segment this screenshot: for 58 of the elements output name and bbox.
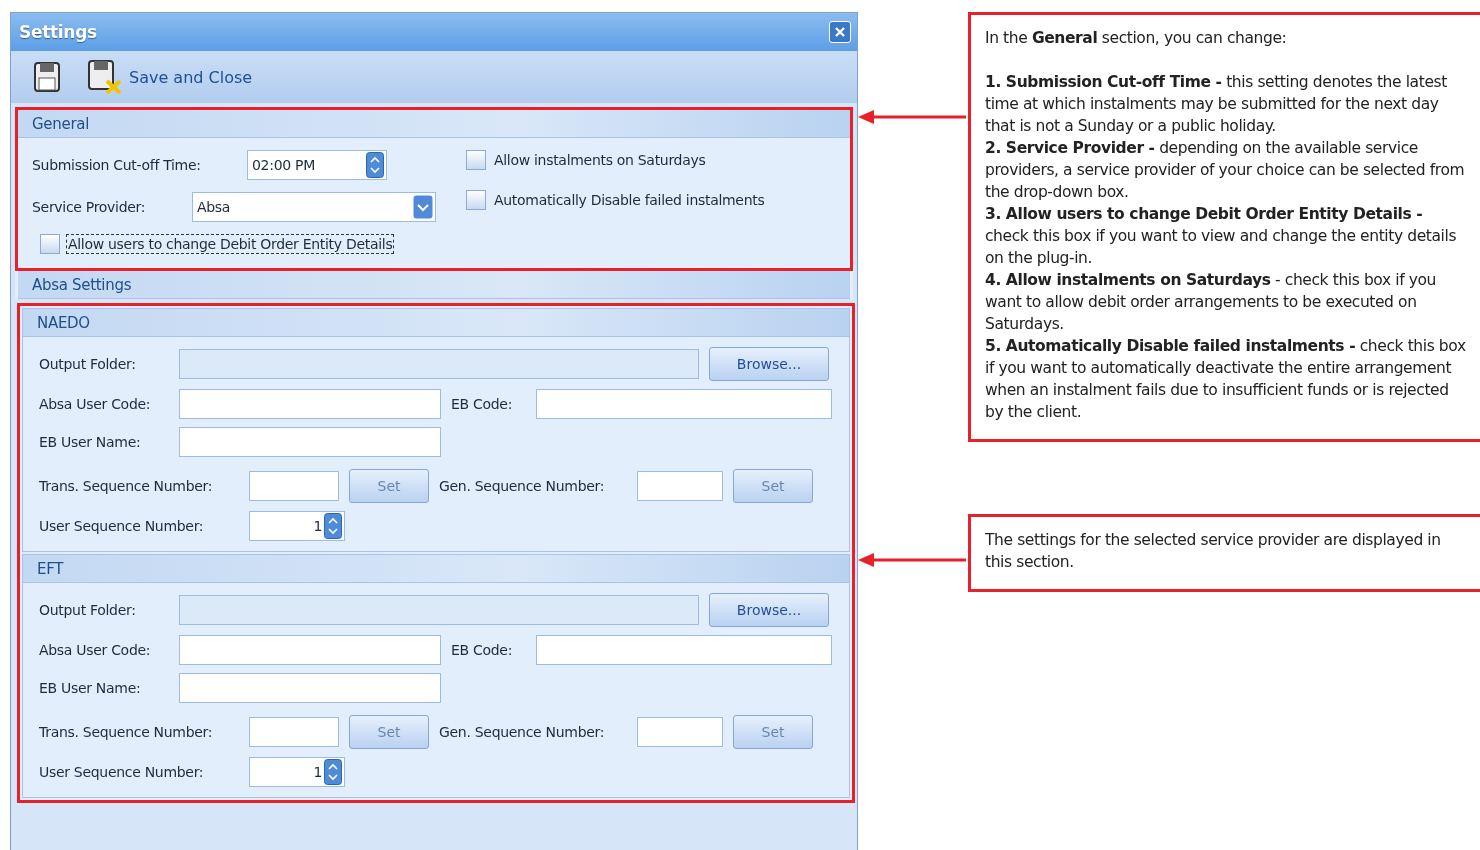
field-label: Absa User Code:	[39, 642, 152, 658]
field-label: Absa User Code:	[39, 396, 152, 412]
spinner-icon[interactable]	[324, 513, 342, 539]
window-title: Settings	[19, 22, 97, 42]
field-label: Output Folder:	[39, 356, 137, 372]
field-label: Gen. Sequence Number:	[439, 724, 606, 740]
input-field[interactable]	[179, 595, 699, 625]
checkbox-row[interactable]: Allow users to change Debit Order Entity Details	[40, 234, 436, 254]
field-label: EB Code:	[451, 642, 514, 658]
input-field[interactable]	[637, 471, 723, 501]
input-field[interactable]	[179, 635, 441, 665]
checkbox-label: Allow users to change Debit Order Entity Details	[66, 234, 395, 254]
floppy-disk-x-icon	[87, 59, 123, 95]
field-label: Output Folder:	[39, 602, 137, 618]
checkbox[interactable]	[40, 234, 60, 254]
save-button[interactable]	[33, 61, 61, 93]
input-field[interactable]	[536, 389, 832, 419]
field-label: Trans. Sequence Number:	[39, 478, 214, 494]
time-field[interactable]: 02:00 PM	[247, 150, 387, 180]
field-label: EB Code:	[451, 396, 514, 412]
group-title: EFT	[23, 555, 849, 583]
field-label: User Sequence Number:	[39, 764, 205, 780]
section-title: General	[18, 110, 850, 138]
callout-text: The settings for the selected service provider are displayed in this section.	[985, 530, 1442, 573]
field-label: Trans. Sequence Number:	[39, 724, 214, 740]
input-field[interactable]	[249, 471, 339, 501]
field-label: EB User Name:	[39, 680, 142, 696]
chevron-down-icon	[413, 195, 433, 219]
save-and-close-button[interactable]: Save and Close	[87, 59, 253, 95]
checkbox-label: Allow instalments on Saturdays	[493, 151, 707, 170]
input-field[interactable]	[179, 673, 441, 703]
number-field[interactable]: 1	[249, 511, 345, 541]
close-button[interactable]	[829, 21, 851, 43]
number-field[interactable]: 1	[249, 757, 345, 787]
spinner-icon[interactable]	[324, 759, 342, 785]
field-label: User Sequence Number:	[39, 518, 205, 534]
input-field[interactable]	[536, 635, 832, 665]
checkbox[interactable]	[466, 150, 486, 170]
section-title: Absa Settings	[18, 271, 850, 299]
checkbox[interactable]	[466, 190, 486, 210]
input-field[interactable]	[249, 717, 339, 747]
field-label: Service Provider:	[32, 199, 147, 215]
input-field[interactable]	[179, 427, 441, 457]
spinner-icon[interactable]	[366, 152, 384, 178]
browse-button[interactable]: Browse...	[709, 347, 829, 381]
dropdown[interactable]: Absa	[192, 192, 436, 222]
input-field[interactable]	[179, 389, 441, 419]
field-label: Submission Cut-off Time:	[32, 157, 202, 173]
callout-text: 1. Submission Cut-off Time - this setting denotes the latest time at which instalments may be submitted for the next day that is not a Sunday or a public holiday. 2. Service Provider - depending on the available service providers, a service provider of your choice can be selected from the drop-down box. 3. Allow users to change Debit Order Entity Details - check this box if you want to view and change the entity details on the plug-in. 4. Allow instalments on Saturdays - check this box if you want to allow debit order arrangements to be executed on Saturdays. 5. Automatically Disable failed instalments - check this box if you want to automatically deactivate the entire arrangement when an instalment fails due to insufficient funds or is rejected by the client.	[985, 72, 1467, 423]
group-title: NAEDO	[23, 309, 849, 337]
input-field[interactable]	[179, 349, 699, 379]
checkbox-row[interactable]: Allow instalments on Saturdays	[466, 150, 767, 170]
input-field[interactable]	[637, 717, 723, 747]
browse-button[interactable]: Browse...	[709, 593, 829, 627]
close-icon	[835, 27, 845, 37]
callout-text: In the General section, you can change:	[985, 28, 1288, 49]
field-label: EB User Name:	[39, 434, 142, 450]
field-label: Gen. Sequence Number:	[439, 478, 606, 494]
